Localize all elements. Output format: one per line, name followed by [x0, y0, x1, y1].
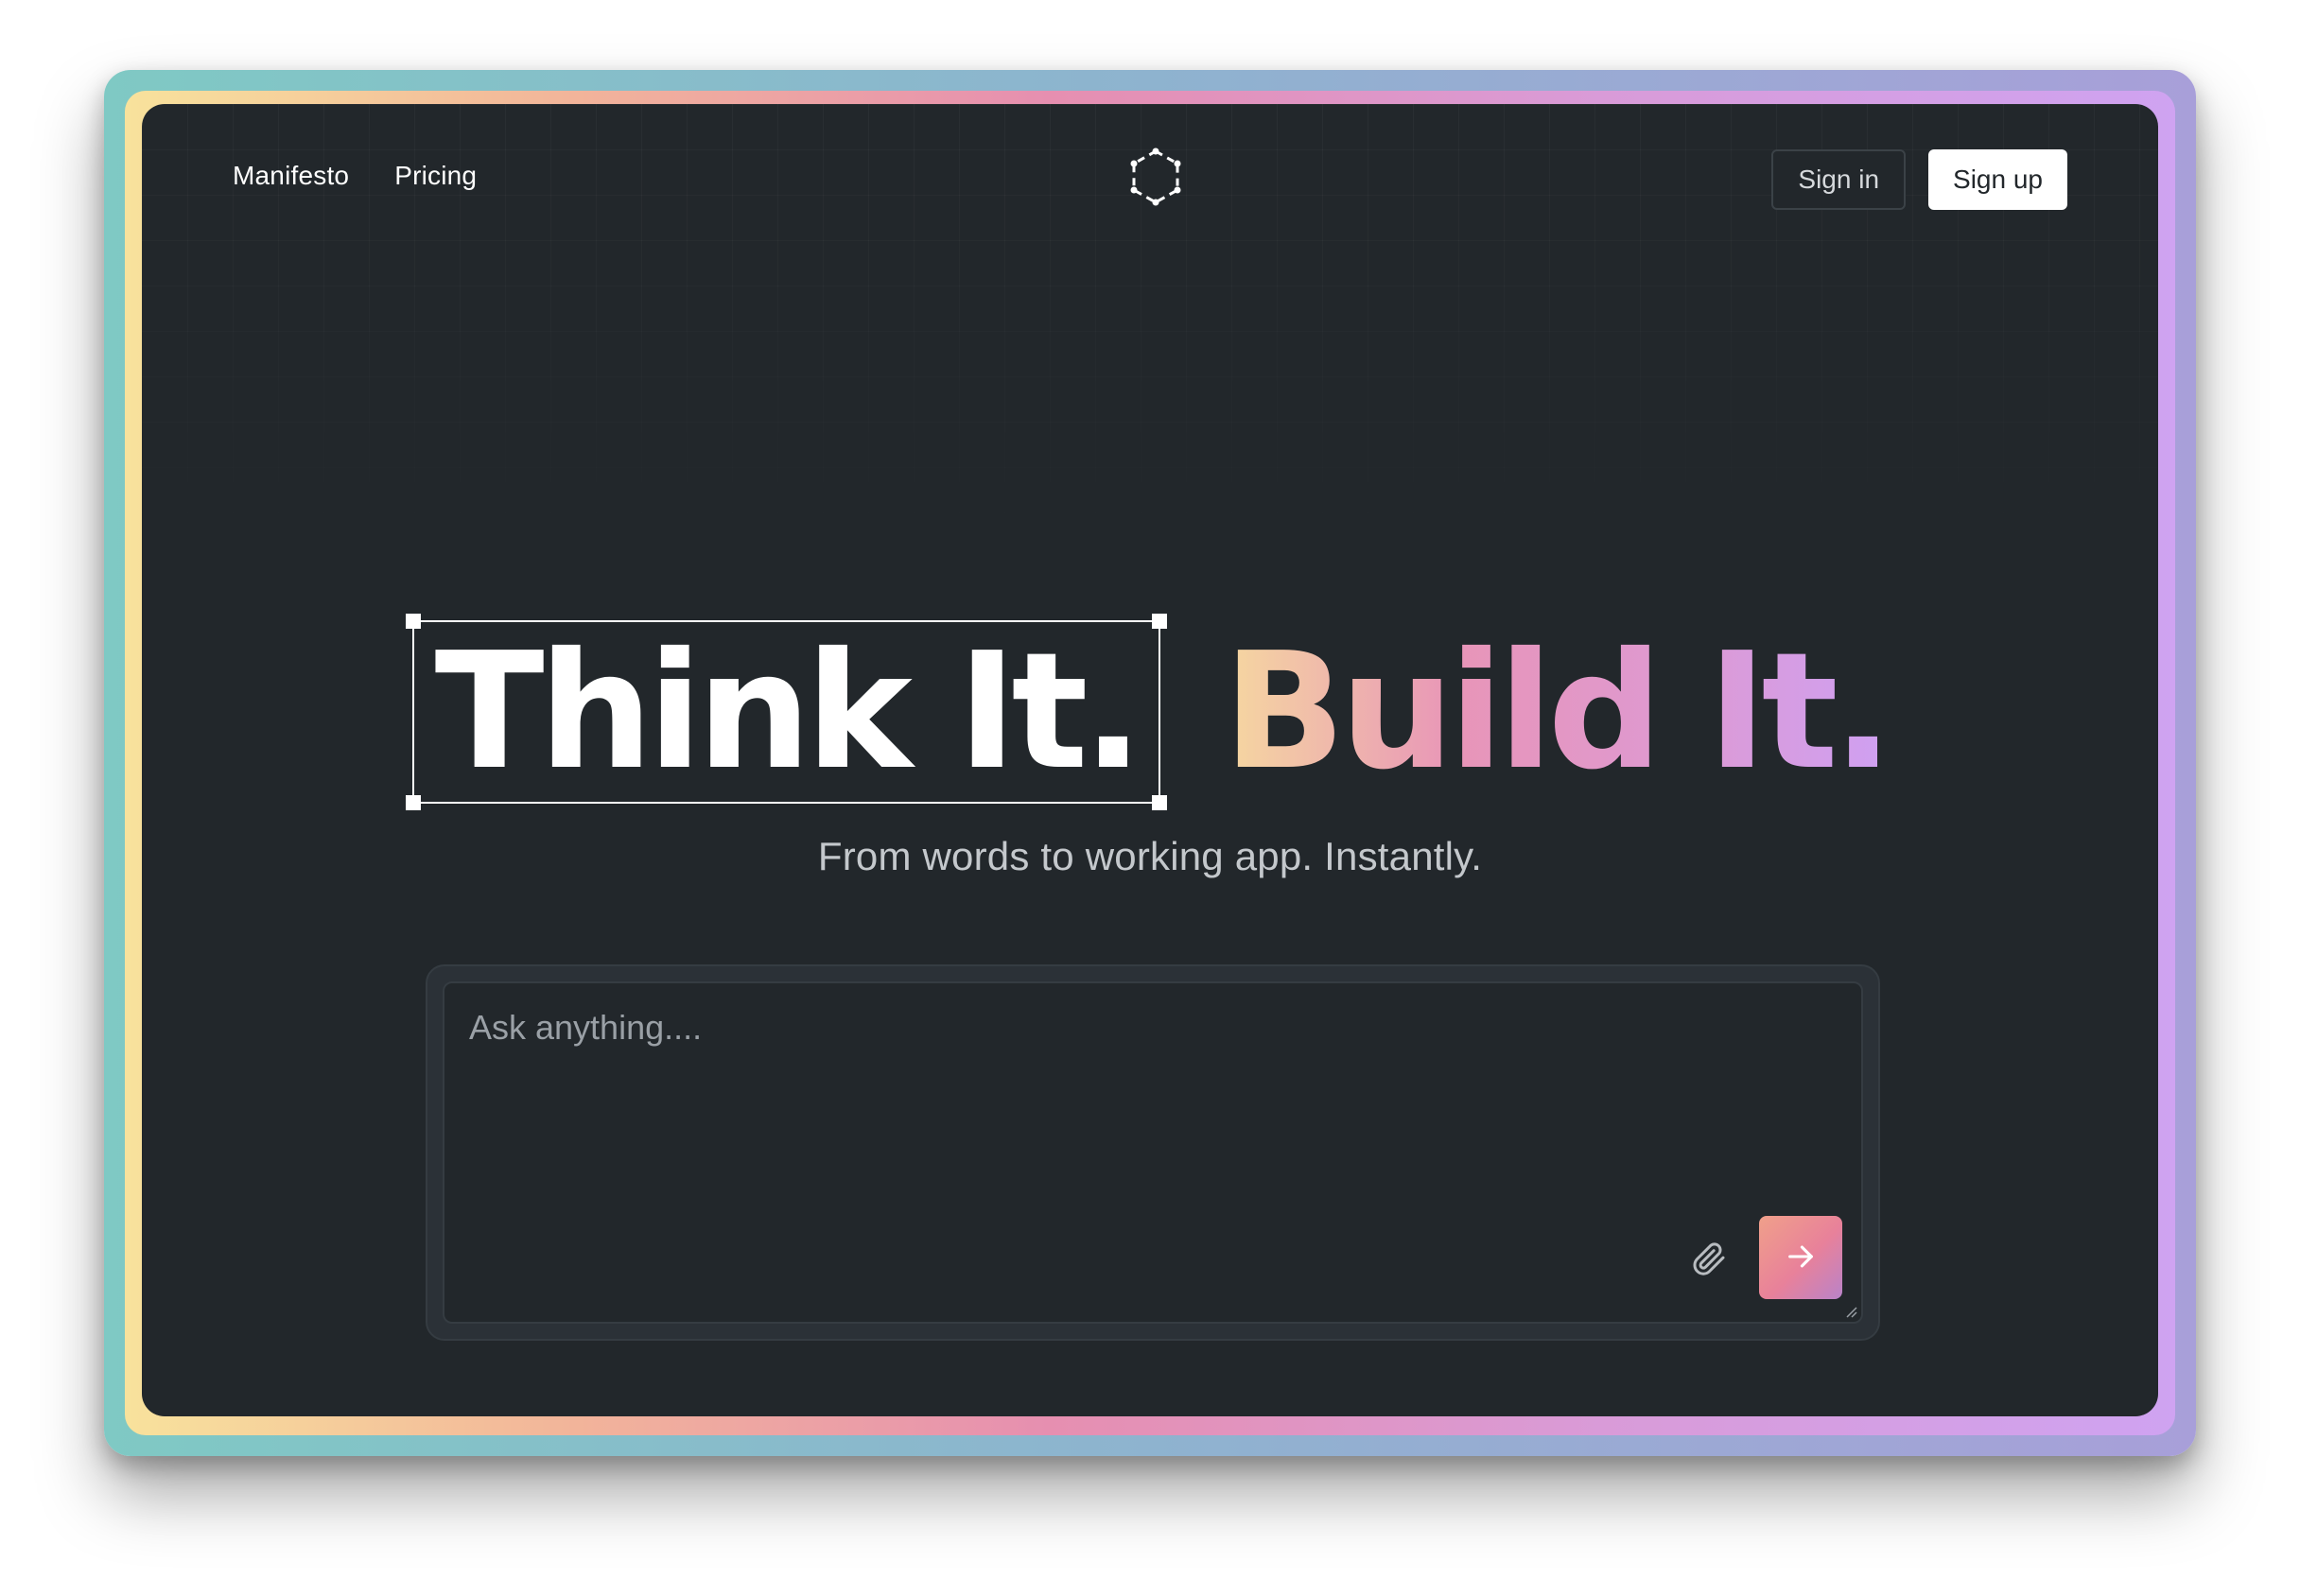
- resize-handle-bottom-right[interactable]: [1152, 795, 1168, 810]
- textarea-resize-grip-icon[interactable]: [1844, 1305, 1857, 1318]
- sign-in-button[interactable]: Sign in: [1771, 149, 1907, 210]
- prompt-box: [443, 981, 1863, 1324]
- headline-think: Think It.: [434, 618, 1144, 806]
- headline-build: Build It.: [1223, 618, 1893, 806]
- gradient-frame: Manifesto Pricing Sign in Sign up Think …: [125, 91, 2175, 1435]
- top-nav-left: Manifesto Pricing: [233, 161, 477, 191]
- prompt-input[interactable]: [444, 983, 1861, 1322]
- hero-headline: Think It. Build It.: [142, 614, 2158, 810]
- nav-link-manifesto[interactable]: Manifesto: [233, 161, 349, 191]
- top-nav-right: Sign in Sign up: [1771, 149, 2067, 210]
- hexagon-dots-icon[interactable]: [1127, 147, 1184, 206]
- send-button[interactable]: [1759, 1216, 1842, 1299]
- resize-handle-top-left[interactable]: [405, 614, 421, 629]
- selection-box[interactable]: Think It.: [405, 614, 1168, 810]
- browser-window: Manifesto Pricing Sign in Sign up Think …: [104, 70, 2196, 1456]
- arrow-right-icon: [1785, 1240, 1817, 1275]
- app-panel: Manifesto Pricing Sign in Sign up Think …: [142, 104, 2158, 1416]
- prompt-container: [426, 964, 1880, 1341]
- paperclip-icon[interactable]: [1683, 1233, 1734, 1284]
- sign-up-button[interactable]: Sign up: [1928, 149, 2067, 210]
- nav-link-pricing[interactable]: Pricing: [394, 161, 477, 191]
- resize-handle-bottom-left[interactable]: [405, 795, 421, 810]
- hero-tagline: From words to working app. Instantly.: [817, 834, 1483, 878]
- resize-handle-top-right[interactable]: [1152, 614, 1168, 629]
